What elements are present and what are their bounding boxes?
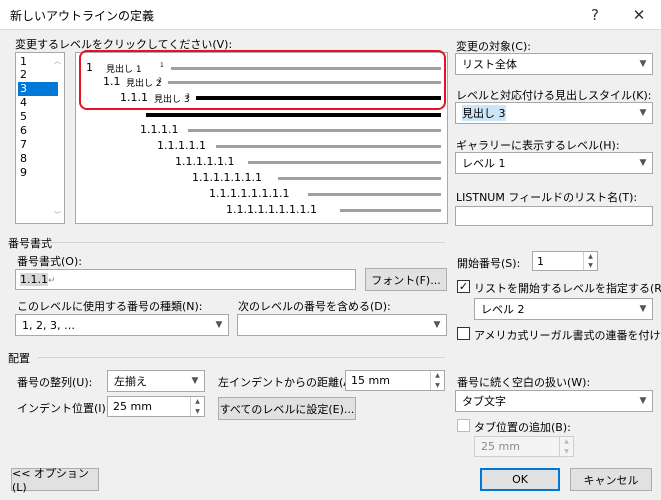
title-bar: 新しいアウトラインの定義 ? ✕ bbox=[0, 0, 661, 30]
level-item-7[interactable]: 7 bbox=[18, 138, 58, 152]
listnum-label: LISTNUM フィールドのリスト名(T): bbox=[456, 191, 638, 204]
spin-down-icon[interactable]: ▼ bbox=[431, 381, 444, 391]
preview-bar-9 bbox=[340, 209, 441, 212]
preview-number-7: 1.1.1.1.1.1.1 bbox=[192, 171, 262, 184]
level-item-4[interactable]: 4 bbox=[18, 96, 58, 110]
cancel-button[interactable]: キャンセル bbox=[570, 468, 652, 491]
level-item-2[interactable]: 2 bbox=[18, 68, 58, 82]
spin-down-icon[interactable]: ▼ bbox=[584, 261, 597, 270]
checkmark-icon: ✓ bbox=[458, 280, 469, 293]
help-icon: ? bbox=[591, 6, 599, 24]
spin-down-icon[interactable]: ▼ bbox=[191, 407, 204, 417]
preview-bar-4 bbox=[188, 129, 441, 132]
chevron-down-icon: ▼ bbox=[215, 320, 223, 330]
alignment-dropdown[interactable]: 左揃え ▼ bbox=[107, 370, 205, 392]
start-at-label: 開始番号(S): bbox=[457, 257, 521, 270]
restart-level-dropdown[interactable]: レベル 2 ▼ bbox=[474, 298, 653, 320]
chevron-down-icon: ▼ bbox=[433, 320, 441, 330]
aligned-at-stepper[interactable]: 15 mm ▲ ▼ bbox=[345, 370, 445, 391]
preview-number-8: 1.1.1.1.1.1.1.1 bbox=[209, 187, 290, 200]
spin-up-icon[interactable]: ▲ bbox=[431, 371, 444, 381]
number-format-input[interactable]: 1.1.1↵ bbox=[15, 269, 356, 290]
font-button[interactable]: フォント(F)... bbox=[365, 268, 447, 291]
level-item-1[interactable]: 1 bbox=[18, 55, 58, 69]
legal-checkbox[interactable] bbox=[457, 327, 470, 340]
link-style-dropdown[interactable]: 見出し 3 ▼ bbox=[455, 102, 653, 124]
level-item-6[interactable]: 6 bbox=[18, 124, 58, 138]
level-item-9[interactable]: 9 bbox=[18, 166, 58, 180]
level-item-3[interactable]: 3 bbox=[18, 82, 58, 96]
aligned-at-label: 左インデントからの距離(A): bbox=[218, 376, 359, 389]
level-item-5[interactable]: 5 bbox=[18, 110, 58, 124]
chevron-down-icon: ▼ bbox=[639, 59, 647, 69]
window-title: 新しいアウトラインの定義 bbox=[10, 9, 155, 23]
apply-to-label: 変更の対象(C): bbox=[456, 40, 531, 53]
options-button[interactable]: << オプション(L) bbox=[11, 467, 99, 494]
alignment-label: 番号の整列(U): bbox=[17, 376, 93, 389]
legal-label: アメリカ式リーガル書式の連番を付ける(G) bbox=[474, 329, 661, 342]
preview-separator-bar bbox=[146, 113, 441, 117]
number-style-dropdown[interactable]: 1, 2, 3, … ▼ bbox=[15, 314, 229, 336]
include-level-dropdown[interactable]: ▼ bbox=[237, 314, 447, 336]
spin-up-icon[interactable]: ▲ bbox=[584, 252, 597, 261]
number-style-label: このレベルに使用する番号の種類(N): bbox=[17, 300, 203, 313]
selection-highlight bbox=[79, 50, 446, 110]
gallery-level-dropdown[interactable]: レベル 1 ▼ bbox=[455, 152, 653, 174]
preview-number-5: 1.1.1.1.1 bbox=[157, 139, 206, 152]
close-icon: ✕ bbox=[632, 6, 646, 24]
chevron-down-icon: ▼ bbox=[639, 108, 647, 118]
preview-bar-5 bbox=[216, 145, 441, 148]
ok-button[interactable]: OK bbox=[480, 468, 560, 491]
preview-bar-7 bbox=[278, 177, 441, 180]
start-at-stepper[interactable]: 1 ▲ ▼ bbox=[532, 251, 598, 271]
preview-number-9: 1.1.1.1.1.1.1.1.1 bbox=[226, 203, 317, 216]
section-divider bbox=[38, 357, 445, 358]
spin-up-icon[interactable]: ▲ bbox=[191, 397, 204, 407]
preview-number-6: 1.1.1.1.1.1 bbox=[175, 155, 235, 168]
include-level-label: 次のレベルの番号を含める(D): bbox=[238, 300, 391, 313]
preview-bar-6 bbox=[248, 161, 441, 164]
help-button[interactable]: ? bbox=[573, 0, 617, 30]
spin-up-icon[interactable]: ▲ bbox=[560, 437, 573, 447]
follow-number-dropdown[interactable]: タブ文字 ▼ bbox=[455, 390, 653, 412]
outline-preview: 1 見出し 1 1 1.1 見出し 2 2 1.1.1 見出し 3 3 1.1.… bbox=[75, 50, 448, 224]
follow-number-label: 番号に続く空白の扱い(W): bbox=[457, 376, 591, 389]
position-section-title: 配置 bbox=[8, 352, 30, 365]
restart-label: リストを開始するレベルを指定する(R): bbox=[474, 282, 661, 295]
tab-add-label: タブ位置の追加(B): bbox=[474, 421, 571, 434]
number-format-label: 番号書式(O): bbox=[17, 255, 82, 268]
level-list[interactable]: 1 2 3 4 5 6 7 8 9 ︿ ﹀ bbox=[15, 52, 65, 224]
apply-to-dropdown[interactable]: リスト全体 ▼ bbox=[455, 53, 653, 75]
close-button[interactable]: ✕ bbox=[617, 0, 661, 30]
tab-add-checkbox[interactable] bbox=[457, 419, 470, 432]
section-divider bbox=[50, 242, 445, 243]
spin-down-icon[interactable]: ▼ bbox=[560, 447, 573, 457]
link-style-label: レベルと対応付ける見出しスタイル(K): bbox=[456, 89, 652, 102]
preview-number-4: 1.1.1.1 bbox=[140, 123, 179, 136]
number-format-section-title: 番号書式 bbox=[8, 237, 52, 250]
chevron-down-icon: ▼ bbox=[639, 304, 647, 314]
level-item-8[interactable]: 8 bbox=[18, 152, 58, 166]
indent-stepper[interactable]: 25 mm ▲ ▼ bbox=[107, 396, 205, 417]
scroll-down-icon[interactable]: ﹀ bbox=[54, 210, 61, 220]
set-all-levels-button[interactable]: すべてのレベルに設定(E)... bbox=[218, 397, 356, 420]
restart-checkbox[interactable]: ✓ bbox=[457, 280, 470, 293]
tab-position-stepper[interactable]: 25 mm ▲ ▼ bbox=[474, 436, 574, 457]
indent-label: インデント位置(I): bbox=[17, 402, 110, 415]
preview-bar-8 bbox=[308, 193, 441, 196]
chevron-down-icon: ▼ bbox=[639, 158, 647, 168]
gallery-level-label: ギャラリーに表示するレベル(H): bbox=[456, 139, 620, 152]
listnum-input[interactable] bbox=[455, 206, 653, 226]
scroll-up-icon[interactable]: ︿ bbox=[54, 56, 61, 66]
chevron-down-icon: ▼ bbox=[191, 376, 199, 386]
chevron-down-icon: ▼ bbox=[639, 396, 647, 406]
